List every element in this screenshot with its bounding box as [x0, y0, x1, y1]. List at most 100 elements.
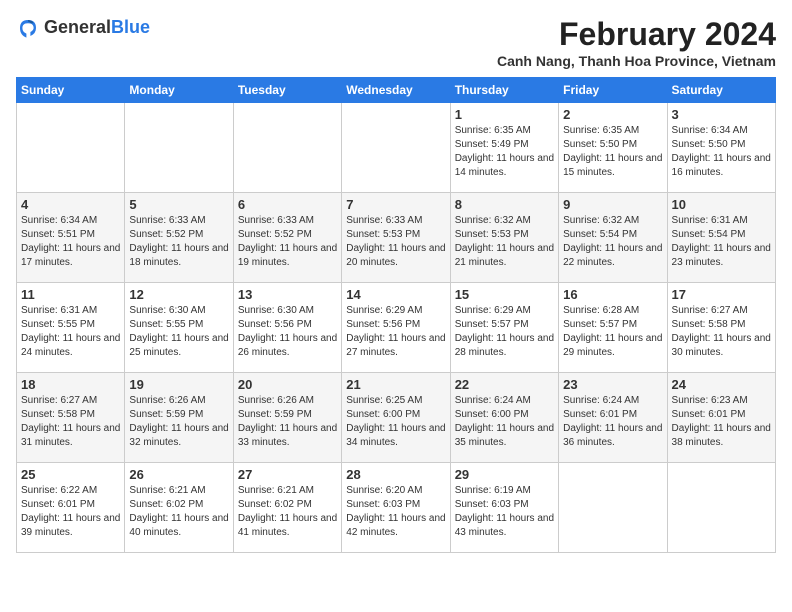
calendar-cell: 22 Sunrise: 6:24 AM Sunset: 6:00 PM Dayli… — [450, 373, 558, 463]
cell-info: Sunrise: 6:24 AM Sunset: 6:01 PM Dayligh… — [563, 394, 662, 450]
calendar-cell: 21 Sunrise: 6:25 AM Sunset: 6:00 PM Dayli… — [342, 373, 450, 463]
day-number: 24 — [672, 377, 771, 392]
cell-info: Sunrise: 6:28 AM Sunset: 5:57 PM Dayligh… — [563, 304, 662, 360]
day-number: 18 — [21, 377, 120, 392]
day-number: 12 — [129, 287, 228, 302]
cell-info: Sunrise: 6:34 AM Sunset: 5:50 PM Dayligh… — [672, 124, 771, 180]
calendar-cell: 9 Sunrise: 6:32 AM Sunset: 5:54 PM Daylig… — [559, 193, 667, 283]
cell-info: Sunrise: 6:26 AM Sunset: 5:59 PM Dayligh… — [238, 394, 337, 450]
calendar-cell: 25 Sunrise: 6:22 AM Sunset: 6:01 PM Dayli… — [17, 463, 125, 553]
cell-info: Sunrise: 6:31 AM Sunset: 5:54 PM Dayligh… — [672, 214, 771, 270]
calendar-cell — [559, 463, 667, 553]
header-friday: Friday — [559, 78, 667, 103]
day-number: 3 — [672, 107, 771, 122]
cell-info: Sunrise: 6:29 AM Sunset: 5:57 PM Dayligh… — [455, 304, 554, 360]
title-area: February 2024 Canh Nang, Thanh Hoa Provi… — [497, 16, 776, 69]
day-number: 9 — [563, 197, 662, 212]
logo-icon — [16, 16, 40, 40]
day-number: 17 — [672, 287, 771, 302]
calendar-cell: 13 Sunrise: 6:30 AM Sunset: 5:56 PM Dayli… — [233, 283, 341, 373]
calendar-cell — [125, 103, 233, 193]
calendar-cell — [233, 103, 341, 193]
cell-info: Sunrise: 6:27 AM Sunset: 5:58 PM Dayligh… — [672, 304, 771, 360]
calendar-cell: 28 Sunrise: 6:20 AM Sunset: 6:03 PM Dayli… — [342, 463, 450, 553]
cell-info: Sunrise: 6:35 AM Sunset: 5:49 PM Dayligh… — [455, 124, 554, 180]
cell-info: Sunrise: 6:32 AM Sunset: 5:54 PM Dayligh… — [563, 214, 662, 270]
calendar-cell: 15 Sunrise: 6:29 AM Sunset: 5:57 PM Dayli… — [450, 283, 558, 373]
calendar-cell: 24 Sunrise: 6:23 AM Sunset: 6:01 PM Dayli… — [667, 373, 775, 463]
calendar-cell: 2Sunrise: 6:35 AM Sunset: 5:50 PM Daylig… — [559, 103, 667, 193]
day-number: 4 — [21, 197, 120, 212]
day-number: 7 — [346, 197, 445, 212]
cell-info: Sunrise: 6:21 AM Sunset: 6:02 PM Dayligh… — [129, 484, 228, 540]
calendar-cell — [667, 463, 775, 553]
header-tuesday: Tuesday — [233, 78, 341, 103]
day-number: 10 — [672, 197, 771, 212]
day-number: 28 — [346, 467, 445, 482]
calendar-cell: 6 Sunrise: 6:33 AM Sunset: 5:52 PM Daylig… — [233, 193, 341, 283]
header-sunday: Sunday — [17, 78, 125, 103]
calendar-cell: 3 Sunrise: 6:34 AM Sunset: 5:50 PM Daylig… — [667, 103, 775, 193]
day-number: 8 — [455, 197, 554, 212]
month-year-title: February 2024 — [497, 16, 776, 53]
calendar-cell: 19 Sunrise: 6:26 AM Sunset: 5:59 PM Dayli… — [125, 373, 233, 463]
calendar-cell: 7 Sunrise: 6:33 AM Sunset: 5:53 PM Daylig… — [342, 193, 450, 283]
calendar-cell: 29 Sunrise: 6:19 AM Sunset: 6:03 PM Dayli… — [450, 463, 558, 553]
cell-info: Sunrise: 6:20 AM Sunset: 6:03 PM Dayligh… — [346, 484, 445, 540]
calendar-cell: 5 Sunrise: 6:33 AM Sunset: 5:52 PM Daylig… — [125, 193, 233, 283]
cell-info: Sunrise: 6:25 AM Sunset: 6:00 PM Dayligh… — [346, 394, 445, 450]
day-number: 19 — [129, 377, 228, 392]
day-number: 25 — [21, 467, 120, 482]
calendar-cell: 1 Sunrise: 6:35 AM Sunset: 5:49 PM Daylig… — [450, 103, 558, 193]
day-number: 22 — [455, 377, 554, 392]
calendar-table: SundayMondayTuesdayWednesdayThursdayFrid… — [16, 77, 776, 553]
day-number: 23 — [563, 377, 662, 392]
header-wednesday: Wednesday — [342, 78, 450, 103]
day-number: 6 — [238, 197, 337, 212]
day-number: 13 — [238, 287, 337, 302]
day-number: 21 — [346, 377, 445, 392]
cell-info: Sunrise: 6:33 AM Sunset: 5:52 PM Dayligh… — [129, 214, 228, 270]
day-number: 15 — [455, 287, 554, 302]
cell-info: Sunrise: 6:35 AM Sunset: 5:50 PM Dayligh… — [563, 124, 662, 180]
cell-info: Sunrise: 6:23 AM Sunset: 6:01 PM Dayligh… — [672, 394, 771, 450]
day-number: 11 — [21, 287, 120, 302]
calendar-cell: 27Sunrise: 6:21 AM Sunset: 6:02 PM Dayli… — [233, 463, 341, 553]
logo: GeneralBlue — [16, 16, 150, 40]
logo-general-text: General — [44, 17, 111, 37]
day-number: 29 — [455, 467, 554, 482]
header-saturday: Saturday — [667, 78, 775, 103]
calendar-cell: 14 Sunrise: 6:29 AM Sunset: 5:56 PM Dayli… — [342, 283, 450, 373]
location-subtitle: Canh Nang, Thanh Hoa Province, Vietnam — [497, 53, 776, 69]
cell-info: Sunrise: 6:27 AM Sunset: 5:58 PM Dayligh… — [21, 394, 120, 450]
calendar-cell: 18 Sunrise: 6:27 AM Sunset: 5:58 PM Dayli… — [17, 373, 125, 463]
header-monday: Monday — [125, 78, 233, 103]
cell-info: Sunrise: 6:21 AM Sunset: 6:02 PM Dayligh… — [238, 484, 337, 540]
cell-info: Sunrise: 6:33 AM Sunset: 5:52 PM Dayligh… — [238, 214, 337, 270]
cell-info: Sunrise: 6:29 AM Sunset: 5:56 PM Dayligh… — [346, 304, 445, 360]
calendar-cell: 12 Sunrise: 6:30 AM Sunset: 5:55 PM Dayli… — [125, 283, 233, 373]
day-number: 1 — [455, 107, 554, 122]
calendar-cell: 26 Sunrise: 6:21 AM Sunset: 6:02 PM Dayli… — [125, 463, 233, 553]
cell-info: Sunrise: 6:31 AM Sunset: 5:55 PM Dayligh… — [21, 304, 120, 360]
cell-info: Sunrise: 6:22 AM Sunset: 6:01 PM Dayligh… — [21, 484, 120, 540]
calendar-cell: 20 Sunrise: 6:26 AM Sunset: 5:59 PM Dayli… — [233, 373, 341, 463]
header-thursday: Thursday — [450, 78, 558, 103]
cell-info: Sunrise: 6:33 AM Sunset: 5:53 PM Dayligh… — [346, 214, 445, 270]
cell-info: Sunrise: 6:26 AM Sunset: 5:59 PM Dayligh… — [129, 394, 228, 450]
cell-info: Sunrise: 6:24 AM Sunset: 6:00 PM Dayligh… — [455, 394, 554, 450]
day-number: 5 — [129, 197, 228, 212]
cell-info: Sunrise: 6:34 AM Sunset: 5:51 PM Dayligh… — [21, 214, 120, 270]
calendar-cell: 17 Sunrise: 6:27 AM Sunset: 5:58 PM Dayli… — [667, 283, 775, 373]
day-number: 26 — [129, 467, 228, 482]
cell-info: Sunrise: 6:19 AM Sunset: 6:03 PM Dayligh… — [455, 484, 554, 540]
calendar-cell: 23 Sunrise: 6:24 AM Sunset: 6:01 PM Dayli… — [559, 373, 667, 463]
day-number: 20 — [238, 377, 337, 392]
day-number: 14 — [346, 287, 445, 302]
cell-info: Sunrise: 6:32 AM Sunset: 5:53 PM Dayligh… — [455, 214, 554, 270]
cell-info: Sunrise: 6:30 AM Sunset: 5:56 PM Dayligh… — [238, 304, 337, 360]
logo-blue-text: Blue — [111, 17, 150, 37]
calendar-cell: 4 Sunrise: 6:34 AM Sunset: 5:51 PM Daylig… — [17, 193, 125, 283]
day-number: 16 — [563, 287, 662, 302]
cell-info: Sunrise: 6:30 AM Sunset: 5:55 PM Dayligh… — [129, 304, 228, 360]
